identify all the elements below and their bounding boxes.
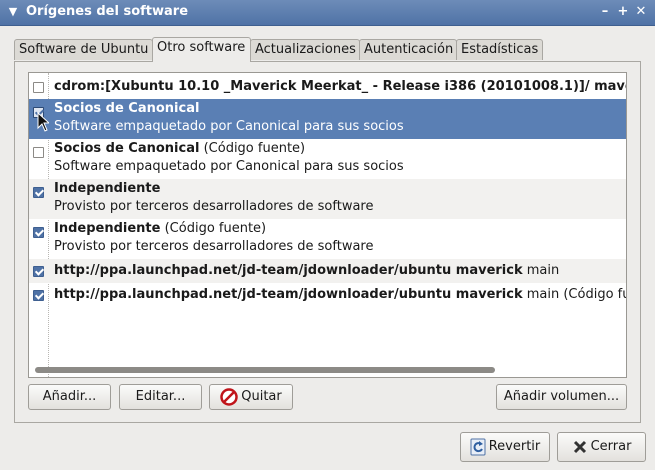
tab-ubuntu-software[interactable]: Software de Ubuntu: [14, 39, 153, 60]
source-title: Independiente (Código fuente): [54, 221, 266, 236]
source-enabled-checkbox[interactable]: [33, 82, 44, 93]
source-row[interactable]: http://ppa.launchpad.net/jd-team/jdownlo…: [29, 259, 626, 283]
source-name: http://ppa.launchpad.net/jd-team/jdownlo…: [54, 287, 523, 302]
titlebar[interactable]: ▼ Orígenes del software – + ✕: [0, 0, 655, 26]
source-enabled-checkbox[interactable]: [33, 187, 44, 198]
revert-button[interactable]: Revertir: [460, 432, 550, 462]
source-title: Socios de Canonical (Código fuente): [54, 141, 305, 156]
add-button[interactable]: Añadir...: [28, 384, 111, 410]
source-row[interactable]: Socios de Canonical Software empaquetado …: [29, 99, 626, 139]
source-title: Independiente: [54, 181, 160, 196]
software-sources-window: ▼ Orígenes del software – + ✕ Software d…: [0, 0, 655, 470]
revert-icon: [470, 438, 486, 455]
source-suffix: (Código fuente): [199, 141, 306, 156]
source-row[interactable]: Socios de Canonical (Código fuente) Softw…: [29, 139, 626, 179]
source-name: Independiente: [54, 181, 161, 196]
source-row[interactable]: Independiente Provisto por terceros desar…: [29, 179, 626, 219]
tab-statistics[interactable]: Estadísticas: [456, 39, 543, 60]
source-row[interactable]: Independiente (Código fuente) Provisto po…: [29, 219, 626, 259]
close-icon: [573, 440, 586, 453]
tab-updates[interactable]: Actualizaciones: [250, 39, 360, 60]
edit-button[interactable]: Editar...: [119, 384, 202, 410]
source-name: http://ppa.launchpad.net/jd-team/jdownlo…: [54, 263, 523, 278]
source-suffix: (Código fuente): [160, 221, 267, 236]
mouse-cursor-icon: [37, 112, 49, 132]
source-enabled-checkbox[interactable]: [33, 266, 44, 277]
source-suffix: main (Código fuente): [526, 287, 626, 302]
window-menu-icon[interactable]: ▼: [6, 5, 20, 19]
source-title: http://ppa.launchpad.net/jd-team/jdownlo…: [54, 263, 559, 278]
source-enabled-checkbox[interactable]: [33, 227, 44, 238]
source-enabled-checkbox[interactable]: [33, 290, 44, 301]
source-row[interactable]: cdrom:[Xubuntu 10.10 _Maverick Meerkat_ …: [29, 75, 626, 99]
sources-list[interactable]: cdrom:[Xubuntu 10.10 _Maverick Meerkat_ …: [28, 72, 627, 378]
maximize-icon[interactable]: +: [616, 4, 630, 20]
source-enabled-checkbox[interactable]: [33, 147, 44, 158]
close-window-icon[interactable]: ✕: [634, 4, 648, 20]
source-row[interactable]: http://ppa.launchpad.net/jd-team/jdownlo…: [29, 283, 626, 307]
minimize-icon[interactable]: –: [598, 4, 612, 20]
tab-other-software[interactable]: Otro software: [152, 37, 251, 62]
window-title: Orígenes del software: [26, 4, 189, 19]
add-volume-button[interactable]: Añadir volumen...: [496, 384, 627, 410]
source-description: Software empaquetado por Canonical para …: [54, 159, 404, 174]
source-title: http://ppa.launchpad.net/jd-team/jdownlo…: [54, 287, 626, 302]
revert-button-label: Revertir: [488, 439, 541, 454]
source-title: Socios de Canonical: [54, 101, 199, 116]
source-title: cdrom:[Xubuntu 10.10 _Maverick Meerkat_ …: [54, 79, 626, 94]
source-name: cdrom:[Xubuntu 10.10 _Maverick Meerkat_ …: [54, 79, 626, 94]
source-suffix: main: [522, 263, 560, 278]
remove-button[interactable]: Quitar: [209, 384, 293, 410]
close-button-label: Cerrar: [590, 439, 632, 454]
remove-icon: [220, 387, 238, 406]
tab-authentication[interactable]: Autenticación: [359, 39, 457, 60]
source-name: Socios de Canonical: [54, 141, 200, 156]
source-description: Provisto por terceros desarrolladores de…: [54, 199, 374, 214]
horizontal-scrollbar[interactable]: [35, 367, 495, 373]
remove-button-label: Quitar: [241, 389, 282, 404]
source-name: Socios de Canonical: [54, 101, 200, 116]
source-description: Provisto por terceros desarrolladores de…: [54, 239, 374, 254]
close-button[interactable]: Cerrar: [557, 432, 646, 462]
source-description: Software empaquetado por Canonical para …: [54, 119, 404, 134]
source-name: Independiente: [54, 221, 161, 236]
